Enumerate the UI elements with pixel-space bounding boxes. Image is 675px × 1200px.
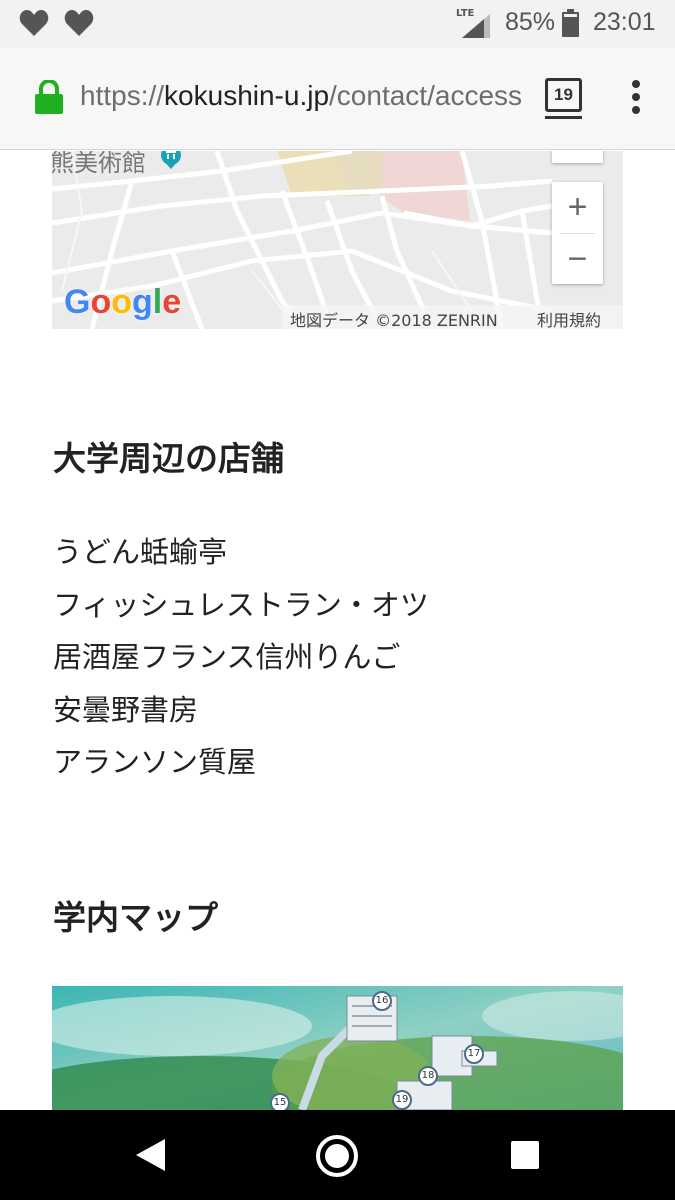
clock: 23:01 (593, 8, 656, 36)
shop-item: 安曇野書房 (53, 692, 199, 727)
zoom-controls: + − (552, 182, 603, 284)
url-field[interactable]: https://kokushin-u.jp/contact/access (80, 80, 525, 120)
shop-item: うどん蛞蝓亭 (53, 535, 228, 569)
map-marker[interactable]: 19 (392, 1090, 412, 1110)
shops-section-title: 大学周辺の店舗 (53, 439, 284, 478)
heart-icon (19, 9, 49, 37)
map-terms-link[interactable]: 利用規約 (537, 307, 601, 329)
recent-apps-icon[interactable] (511, 1141, 539, 1169)
url-scheme: https:// (80, 80, 165, 111)
browser-toolbar: https://kokushin-u.jp/contact/access 19 (0, 48, 675, 150)
lock-icon[interactable] (35, 78, 63, 114)
google-logo[interactable]: Google (64, 283, 181, 322)
map-attribution: 地図データ ©2018 ZENRIN 利用規約 (282, 305, 623, 329)
shop-item: 居酒屋フランス信州りんご (53, 640, 401, 674)
shop-list: うどん蛞蝓亭 フィッシュレストラン・オツ 居酒屋フランス信州りんご 安曇野書房 … (53, 534, 429, 797)
zoom-out-button[interactable]: − (552, 234, 603, 284)
status-bar: LTE 85% 23:01 (0, 0, 675, 48)
tab-switcher-underline (545, 116, 582, 119)
museum-pin-icon[interactable] (160, 151, 182, 169)
map-place-label[interactable]: 熊美術館 (52, 151, 146, 178)
shop-item: アランソン質屋 (53, 745, 257, 779)
map-data-credit: 地図データ ©2018 ZENRIN (290, 311, 498, 329)
system-nav-bar (0, 1110, 675, 1200)
home-icon[interactable] (316, 1135, 358, 1177)
campus-map-section-title: 学内マップ (53, 898, 218, 937)
map-marker[interactable]: 15 (270, 1093, 290, 1110)
url-path: /contact/access (329, 80, 523, 111)
signal-icon: LTE (454, 8, 494, 38)
fullscreen-button[interactable] (552, 151, 603, 163)
heart-icon (64, 9, 94, 37)
zoom-in-button[interactable]: + (552, 182, 603, 232)
battery-percentage: 85% (505, 8, 556, 36)
back-icon[interactable] (133, 1137, 167, 1173)
overflow-menu-icon[interactable] (629, 80, 643, 116)
map-marker[interactable]: 17 (464, 1044, 484, 1064)
map-marker[interactable]: 18 (418, 1066, 438, 1086)
map-marker[interactable]: 16 (372, 991, 392, 1011)
embedded-map[interactable]: 熊美術館 + − Google 地図データ ©2018 ZENRIN 利用規約 (52, 151, 623, 329)
campus-map-image[interactable]: 16 17 18 19 15 (52, 986, 623, 1110)
url-host: kokushin-u.jp (164, 80, 330, 111)
battery-icon (562, 9, 579, 37)
tab-switcher-button[interactable]: 19 (545, 78, 582, 112)
shop-item: フィッシュレストラン・オツ (53, 587, 429, 622)
